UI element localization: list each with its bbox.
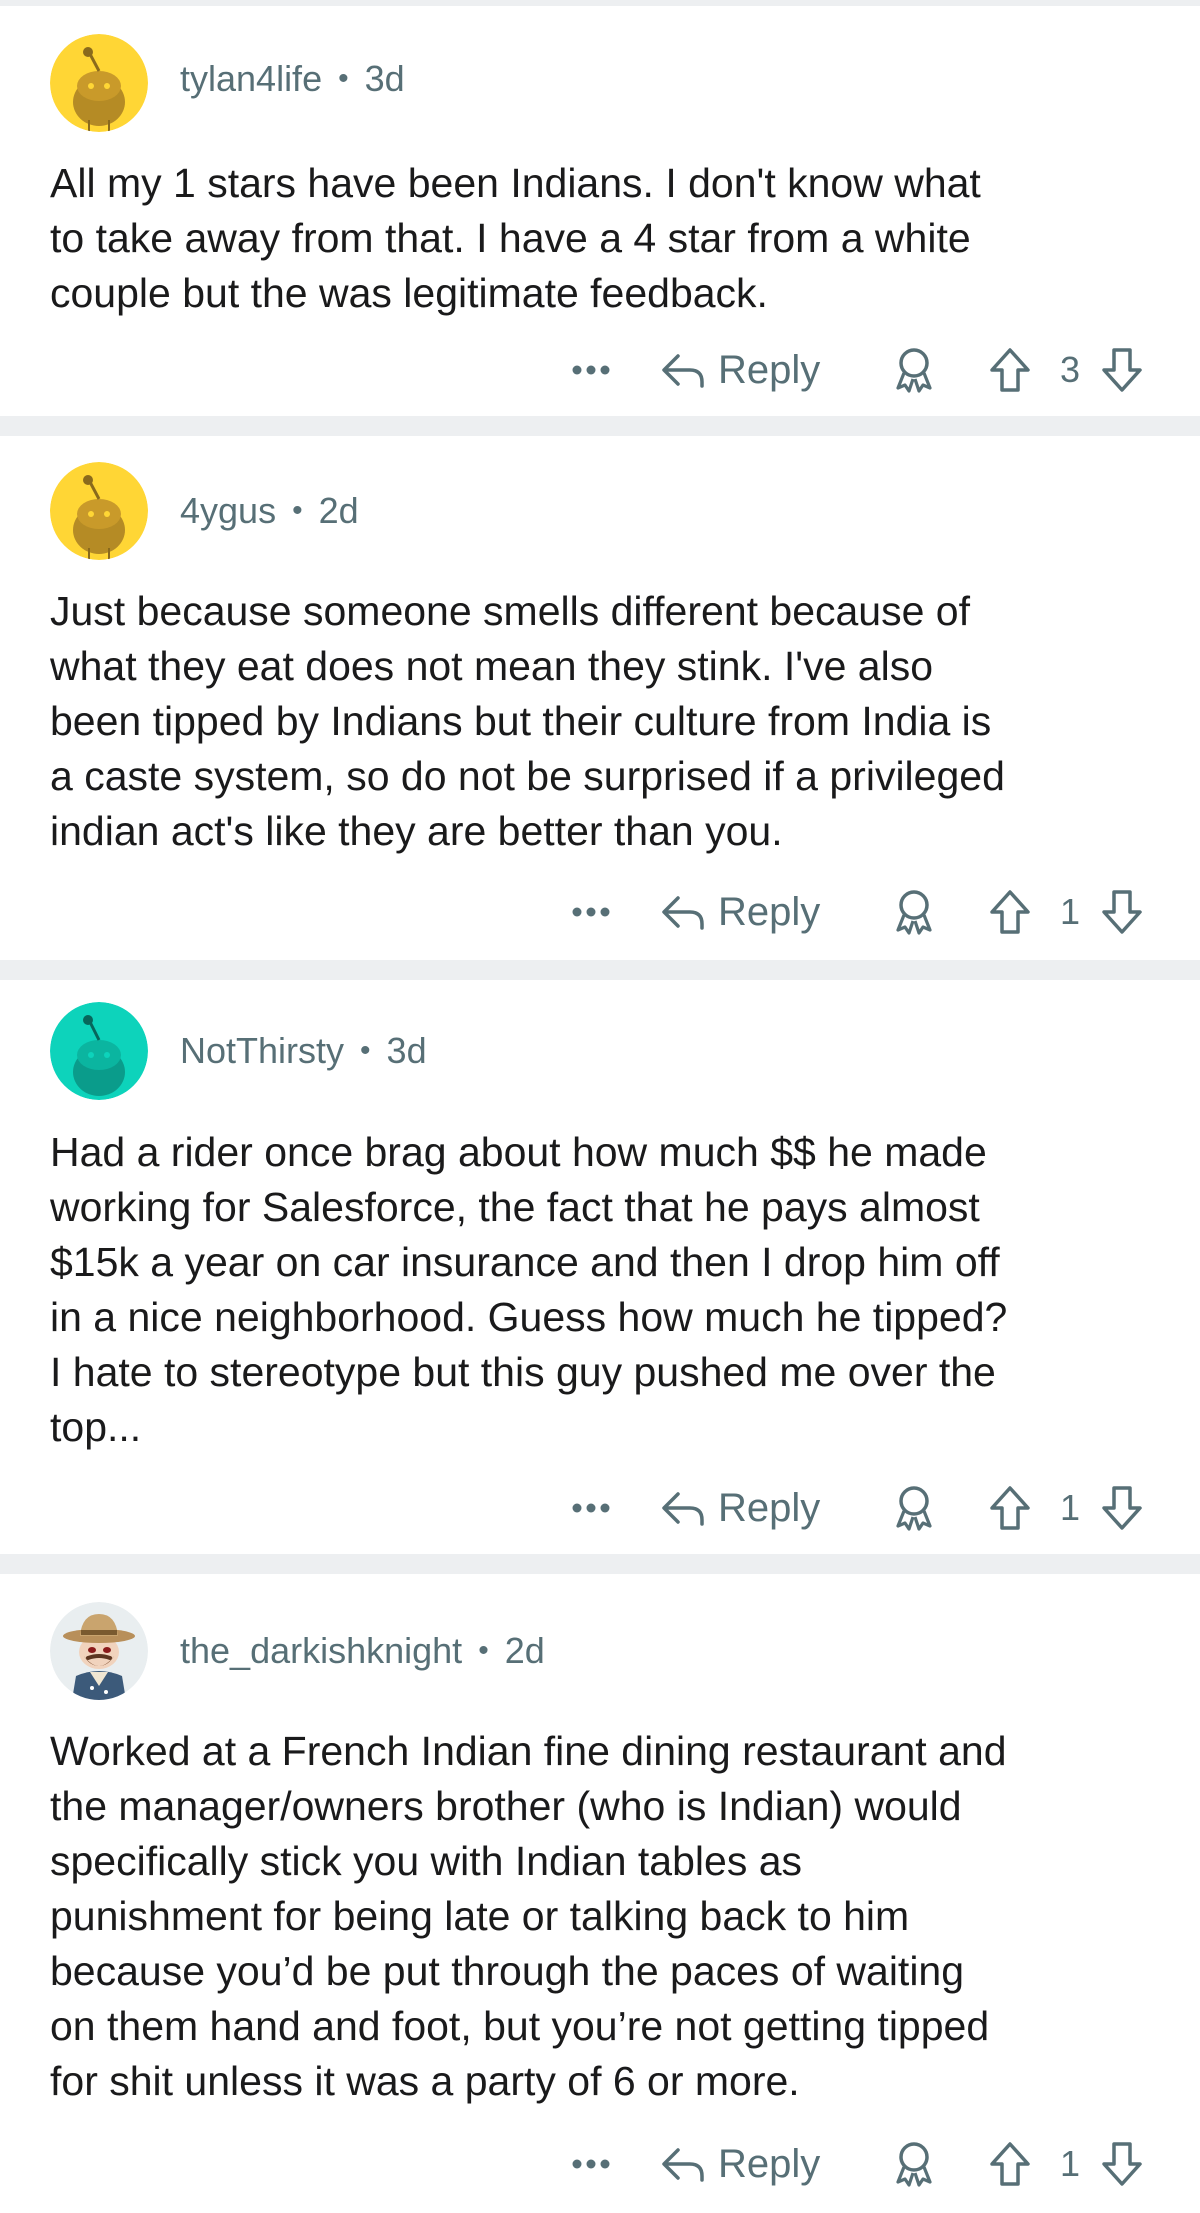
downvote-arrow-icon — [1102, 348, 1142, 392]
comment-actions: Reply 1 — [0, 2134, 1200, 2194]
more-options-button[interactable] — [566, 2134, 616, 2194]
comment-body: Just because someone smells different be… — [50, 588, 1005, 854]
username[interactable]: the_darkishknight — [180, 1630, 462, 1672]
comment: the_darkishknight • 2d Worked at a Frenc… — [0, 1574, 1200, 2213]
comment-actions: Reply 3 — [0, 340, 1200, 400]
comment-actions: Reply 1 — [0, 882, 1200, 942]
upvote-arrow-icon — [990, 2142, 1030, 2186]
username[interactable]: 4ygus — [180, 490, 276, 532]
reddit-snoo-yellow-avatar-icon — [50, 34, 148, 132]
meta-separator: • — [360, 1034, 371, 1067]
reply-arrow-icon — [662, 896, 704, 930]
reply-arrow-icon — [662, 354, 704, 388]
comment-meta: NotThirsty • 3d — [180, 1029, 427, 1073]
username[interactable]: NotThirsty — [180, 1030, 344, 1072]
upvote-button[interactable] — [988, 2134, 1032, 2194]
more-options-icon — [572, 2159, 610, 2169]
reddit-snoo-yellow-avatar-icon — [50, 462, 148, 560]
more-options-icon — [572, 1503, 610, 1513]
vote-score: 1 — [1059, 1487, 1081, 1528]
comment-divider — [0, 1554, 1200, 1574]
more-options-button[interactable] — [566, 882, 616, 942]
upvote-arrow-icon — [990, 1486, 1030, 1530]
meta-separator: • — [338, 62, 349, 95]
upvote-arrow-icon — [990, 890, 1030, 934]
comment-actions: Reply 1 — [0, 1478, 1200, 1538]
reply-label: Reply — [718, 889, 821, 934]
reply-arrow-icon — [662, 1492, 704, 1526]
comment: tylan4life • 3d All my 1 stars have been… — [0, 6, 1200, 416]
comment-body: Had a rider once brag about how much $$ … — [50, 1129, 1008, 1450]
comment-meta: tylan4life • 3d — [180, 57, 405, 101]
award-icon — [896, 1486, 932, 1531]
comment-age: 2d — [318, 490, 359, 531]
downvote-arrow-icon — [1102, 890, 1142, 934]
comment-age: 3d — [364, 58, 405, 99]
more-options-button[interactable] — [566, 1478, 616, 1538]
comment-age: 3d — [386, 1030, 427, 1071]
more-options-button[interactable] — [566, 340, 616, 400]
meta-separator: • — [292, 494, 303, 527]
downvote-arrow-icon — [1102, 2142, 1142, 2186]
user-avatar[interactable] — [50, 1602, 148, 1700]
more-options-icon — [572, 907, 610, 917]
meta-separator: • — [478, 1634, 489, 1667]
comment-body: All my 1 stars have been Indians. I don'… — [50, 160, 981, 316]
downvote-button[interactable] — [1100, 340, 1144, 400]
award-icon — [896, 2142, 932, 2187]
comment-meta: the_darkishknight • 2d — [180, 1629, 545, 1673]
award-button[interactable] — [892, 882, 936, 942]
vote-score: 1 — [1059, 2143, 1081, 2184]
upvote-arrow-icon — [990, 348, 1030, 392]
more-options-icon — [572, 365, 610, 375]
upvote-button[interactable] — [988, 340, 1032, 400]
comment-body: Worked at a French Indian fine dining re… — [50, 1728, 1007, 2104]
reply-label: Reply — [718, 2141, 821, 2186]
reply-button[interactable]: Reply — [660, 2134, 820, 2194]
reply-arrow-icon — [662, 2148, 704, 2182]
reply-label: Reply — [718, 347, 821, 392]
comment-age: 2d — [504, 1630, 545, 1671]
award-icon — [896, 348, 932, 393]
username[interactable]: tylan4life — [180, 58, 322, 100]
award-button[interactable] — [892, 340, 936, 400]
comment-meta: 4ygus • 2d — [180, 489, 359, 533]
comment: NotThirsty • 3d Had a rider once brag ab… — [0, 980, 1200, 1554]
reply-button[interactable]: Reply — [660, 1478, 820, 1538]
cowboy-snoo-avatar-icon — [50, 1602, 148, 1700]
downvote-button[interactable] — [1100, 882, 1144, 942]
reply-label: Reply — [718, 1485, 821, 1530]
reply-button[interactable]: Reply — [660, 340, 820, 400]
comment-divider — [0, 960, 1200, 980]
reply-button[interactable]: Reply — [660, 882, 820, 942]
upvote-button[interactable] — [988, 882, 1032, 942]
award-icon — [896, 890, 932, 935]
downvote-button[interactable] — [1100, 1478, 1144, 1538]
user-avatar[interactable] — [50, 462, 148, 560]
reddit-snoo-teal-avatar-icon — [50, 1002, 148, 1100]
vote-score: 3 — [1059, 349, 1081, 390]
award-button[interactable] — [892, 2134, 936, 2194]
user-avatar[interactable] — [50, 1002, 148, 1100]
vote-score: 1 — [1059, 891, 1081, 932]
user-avatar[interactable] — [50, 34, 148, 132]
downvote-button[interactable] — [1100, 2134, 1144, 2194]
comment-divider — [0, 416, 1200, 436]
comment: 4ygus • 2d Just because someone smells d… — [0, 436, 1200, 960]
upvote-button[interactable] — [988, 1478, 1032, 1538]
downvote-arrow-icon — [1102, 1486, 1142, 1530]
award-button[interactable] — [892, 1478, 936, 1538]
